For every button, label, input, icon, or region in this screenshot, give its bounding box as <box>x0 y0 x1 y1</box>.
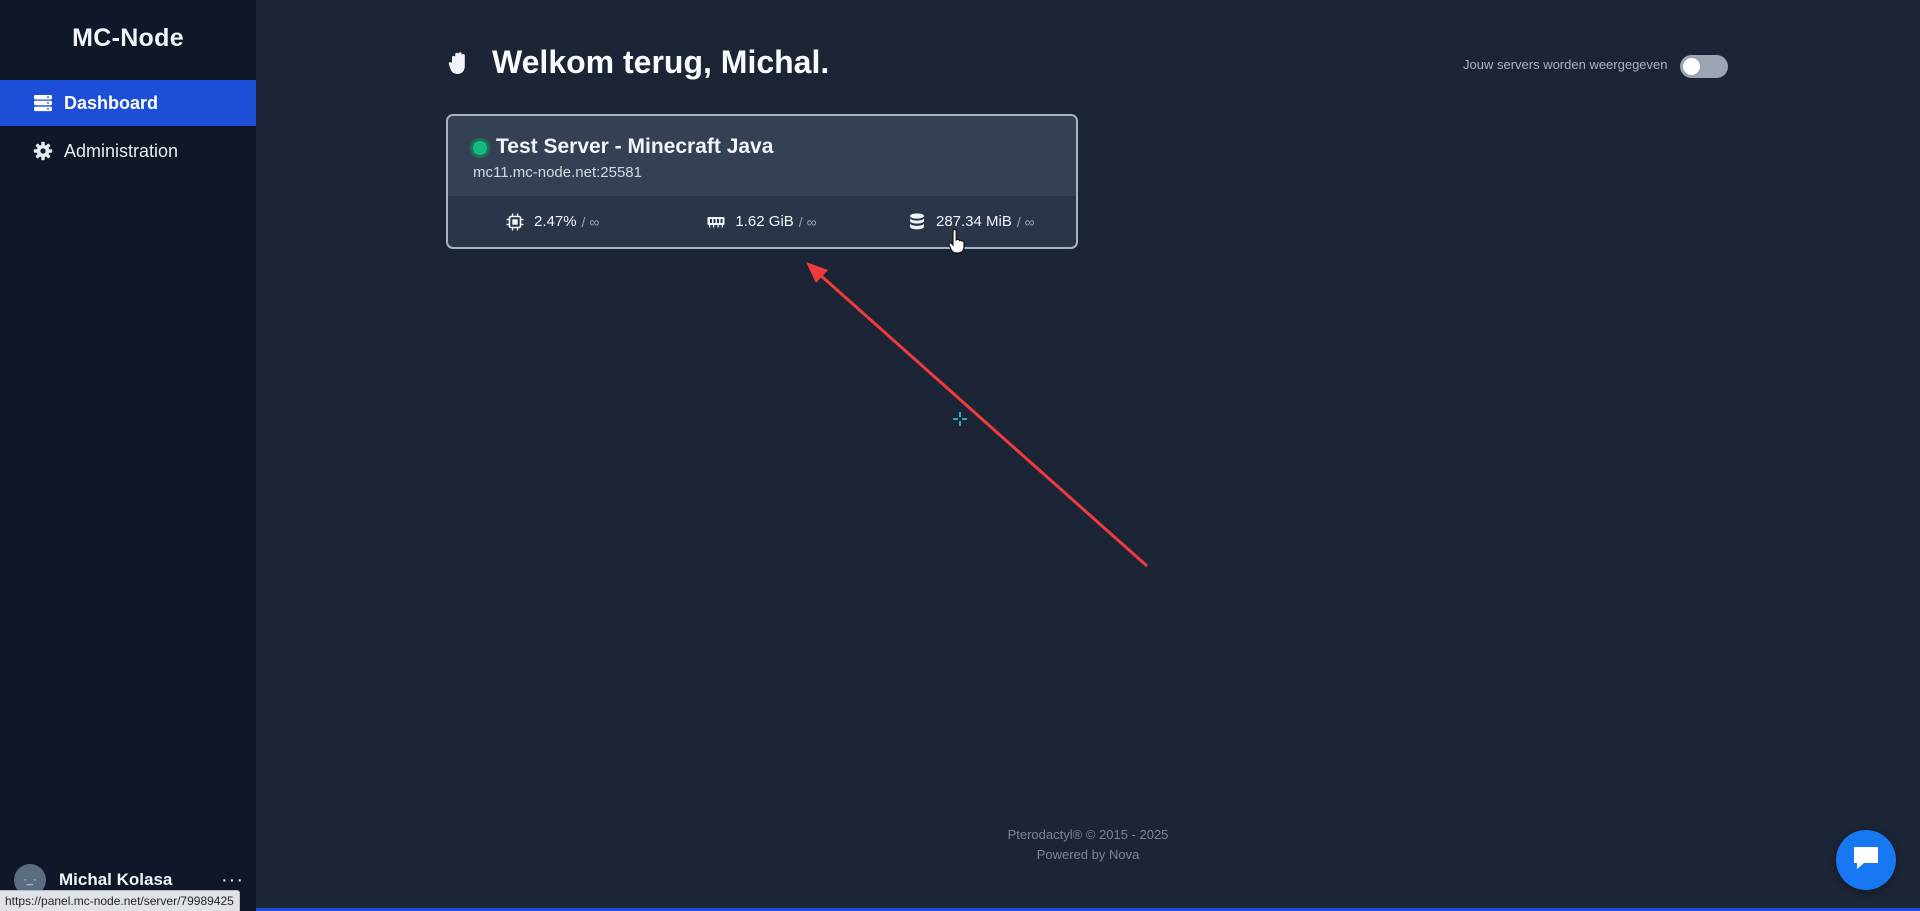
more-options-icon[interactable]: ··· <box>221 869 244 892</box>
server-visibility-label: Jouw servers worden weergegeven <box>1463 57 1668 72</box>
waving-hand-icon <box>448 51 470 75</box>
crosshair-icon <box>953 412 967 426</box>
server-card[interactable]: Test Server - Minecraft Java mc11.mc-nod… <box>446 114 1078 249</box>
disk-stat: 287.34 MiB / ∞ <box>867 196 1076 247</box>
server-name: Test Server - Minecraft Java <box>496 135 774 158</box>
sidebar-item-label: Administration <box>64 140 179 161</box>
sidebar-item-label: Dashboard <box>64 92 159 113</box>
memory-limit: / ∞ <box>798 213 817 230</box>
server-icon <box>32 92 54 114</box>
memory-value: 1.62 GiB <box>735 213 794 230</box>
memory-stat: 1.62 GiB / ∞ <box>657 196 866 247</box>
gear-icon <box>32 140 54 162</box>
disk-limit: / ∞ <box>1016 213 1035 230</box>
sidebar-item-dashboard[interactable]: Dashboard <box>0 80 256 126</box>
server-stats: 2.47% / ∞ 1.62 GiB / ∞ 287.34 MiB / ∞ <box>448 196 1076 247</box>
database-icon <box>908 212 926 231</box>
cpu-stat: 2.47% / ∞ <box>448 196 657 247</box>
chat-icon <box>1851 844 1881 877</box>
footer-copyright: Pterodactyl® © 2015 - 2025 <box>1007 827 1169 842</box>
status-bar-url: https://panel.mc-node.net/server/7998942… <box>0 890 240 911</box>
brand-logo[interactable]: MC-Node <box>0 24 256 53</box>
sidebar: MC-Node Dashboard Administration ·_· Mic… <box>0 0 256 911</box>
disk-value: 287.34 MiB <box>935 213 1012 230</box>
server-address: mc11.mc-node.net:25581 <box>473 164 642 181</box>
server-card-header: Test Server - Minecraft Java mc11.mc-nod… <box>448 116 1076 196</box>
server-status-indicator <box>473 141 487 155</box>
annotation-arrow <box>806 262 1148 568</box>
footer-powered-by: Powered by Nova <box>1036 847 1140 862</box>
cpu-icon <box>506 213 524 231</box>
page-title: Welkom terug, Michal. <box>492 44 830 80</box>
pointer-cursor-icon <box>948 229 965 254</box>
toggle-knob <box>1683 58 1700 75</box>
cpu-limit: / ∞ <box>581 213 600 230</box>
memory-icon <box>707 213 725 231</box>
server-visibility-toggle[interactable] <box>1680 55 1728 78</box>
chat-button[interactable] <box>1836 830 1896 890</box>
sidebar-item-administration[interactable]: Administration <box>0 128 256 174</box>
cpu-value: 2.47% <box>534 213 577 230</box>
user-name: Michal Kolasa <box>59 870 173 889</box>
